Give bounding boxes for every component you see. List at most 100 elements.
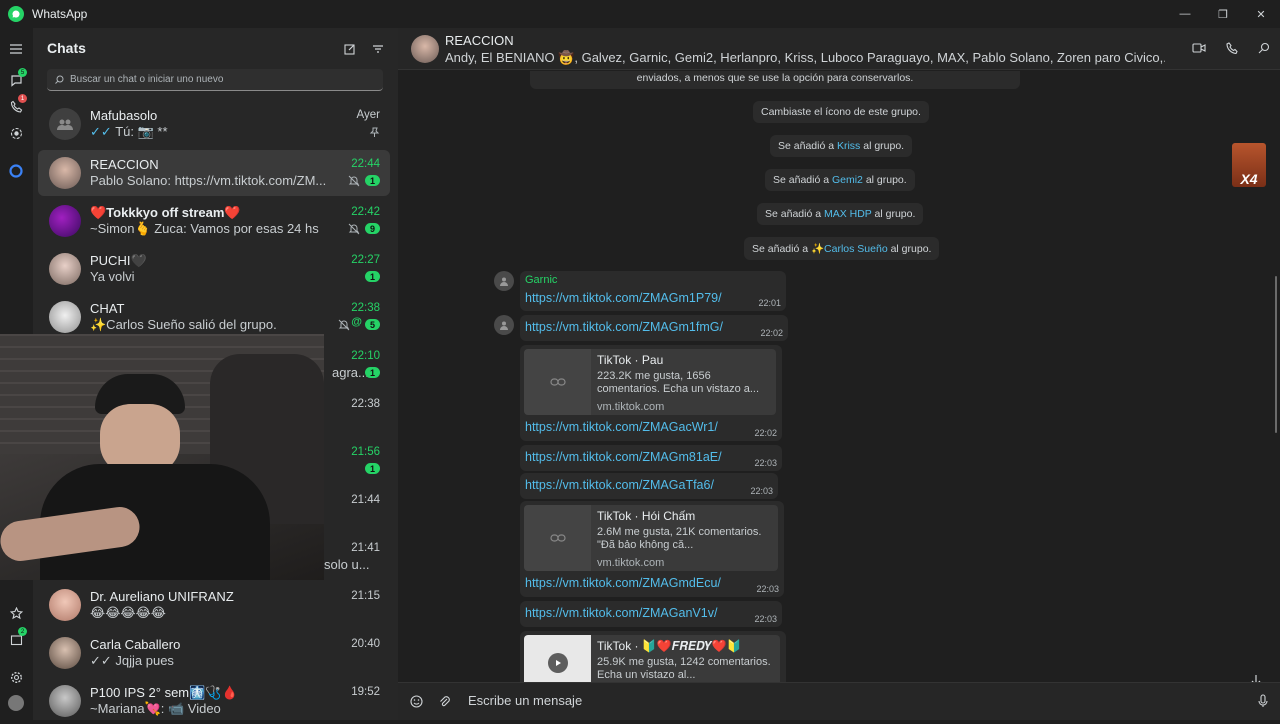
message-area[interactable]: enviados, a menos que se use la opción p… [398,71,1280,682]
message-bubble[interactable]: https://vm.tiktok.com/ZMAGanV1v/ 22:03 [520,601,782,627]
chats-icon[interactable]: 5 [8,68,27,88]
play-icon[interactable] [547,653,568,673]
minimize-button[interactable]: — [1166,0,1204,28]
message-time: 22:03 [754,458,777,468]
avatar [49,253,81,285]
link-preview[interactable]: TikTok · Pau 223.2K me gusta, 1656 comen… [524,349,776,415]
search-box[interactable] [47,69,383,91]
chat-time: 21:15 [351,590,380,602]
message-link[interactable]: https://vm.tiktok.com/ZMAGanV1v/ [525,606,717,620]
preview-title: TikTok · 🔰❤️𝑭𝑹𝑬𝑫𝒀❤️🔰 [597,639,742,653]
chats-badge: 5 [18,68,27,77]
chat-time: 20:40 [351,638,380,650]
chat-name: Mafubasolo [90,108,158,123]
message-link[interactable]: https://vm.tiktok.com/ZMAGm81aE/ [525,450,722,464]
link-preview[interactable]: TikTok · Hói Chấm 2.6M me gusta, 21K com… [524,505,778,571]
video-thumbnail [524,635,591,682]
message-link[interactable]: https://vm.tiktok.com/ZMAGaTfa6/ [525,478,714,492]
attach-icon[interactable] [438,695,451,713]
link-preview[interactable]: TikTok · 🔰❤️𝑭𝑹𝑬𝑫𝒀❤️🔰 25.9K me gusta, 124… [524,635,780,682]
message-bubble[interactable]: https://vm.tiktok.com/ZMAGm81aE/ 22:03 [520,445,782,471]
chat-name: Carla Caballero [90,637,181,652]
profile-avatar[interactable] [8,695,24,711]
menu-icon[interactable] [8,41,24,57]
chat-last-message: Ya volvi [90,269,135,284]
chats-heading: Chats [47,40,86,56]
message-bubble[interactable]: TikTok · Pau 223.2K me gusta, 1656 comen… [520,345,782,441]
chat-item[interactable]: P100 IPS 2° sem🩻🩺🩸 ~Mariana💘: 📹 Video 19… [38,678,390,724]
meta-ai-icon[interactable] [8,163,24,179]
message-time: 22:03 [756,584,779,594]
title-bar: WhatsApp — ❐ ✕ [0,0,1280,28]
chat-item[interactable]: ❤️Tokkkyo off stream❤️ ~Simon🫰 Zuca: Vam… [38,198,390,244]
emoji-icon[interactable] [410,695,423,713]
sticker-text: X4 [1240,171,1258,187]
scrollbar[interactable] [1275,276,1277,433]
message-sender[interactable]: Garnic [525,274,557,286]
message-time: 22:02 [754,428,777,438]
scroll-down-icon[interactable] [1250,673,1262,682]
filter-icon[interactable] [372,42,384,60]
chat-time: 22:38 [351,398,380,410]
chat-item[interactable]: PUCHI🖤 Ya volvi 22:27 1 [38,246,390,292]
message-link[interactable]: https://vm.tiktok.com/ZMAGmdEcu/ [525,576,721,590]
system-message: Se añadió a ✨Carlos Sueño al grupo. [744,237,940,260]
voice-call-icon[interactable] [1226,41,1238,59]
chat-item[interactable]: REACCION Pablo Solano: https://vm.tiktok… [38,150,390,196]
app-title: WhatsApp [32,7,88,21]
chat-time: 19:52 [351,686,380,698]
message-time: 22:03 [750,486,773,496]
unread-badge: 1 [365,463,380,474]
system-message: Se añadió a Gemi2 al grupo. [765,169,915,191]
new-chat-icon[interactable] [344,42,356,60]
chat-time: 22:27 [351,254,380,266]
message-bubble[interactable]: Garnic https://vm.tiktok.com/ZMAGm1P79/ … [520,271,786,311]
conversation-panel: REACCION Andy, El BENIANO 🤠, Galvez, Gar… [398,28,1280,720]
message-bubble[interactable]: TikTok · Hói Chấm 2.6M me gusta, 21K com… [520,501,784,597]
message-link[interactable]: https://vm.tiktok.com/ZMAGm1fmG/ [525,320,723,334]
search-icon [55,71,64,89]
message-bubble[interactable]: TikTok · 🔰❤️𝑭𝑹𝑬𝑫𝒀❤️🔰 25.9K me gusta, 124… [520,631,786,682]
chat-last-message: ✨Carlos Sueño salió del grupo. [90,317,277,332]
search-input[interactable] [70,74,370,85]
mute-icon [338,318,350,336]
microphone-icon[interactable] [1258,694,1268,713]
system-message: Se añadió a Kriss al grupo. [770,135,913,157]
message-link[interactable]: https://vm.tiktok.com/ZMAGm1P79/ [525,291,722,305]
message-input[interactable] [468,693,1228,708]
chat-name: ❤️Tokkkyo off stream❤️ [90,205,241,220]
close-button[interactable]: ✕ [1242,0,1280,28]
chat-name: PUCHI🖤 [90,253,147,268]
sender-avatar-icon[interactable] [494,315,514,335]
archived-badge: 2 [18,627,27,636]
group-avatar[interactable] [411,35,439,63]
chat-time: 21:56 [351,446,380,458]
calls-icon[interactable]: 1 [8,94,27,114]
maximize-button[interactable]: ❐ [1204,0,1242,28]
preview-title: TikTok · Pau [597,353,664,367]
message-bubble[interactable]: https://vm.tiktok.com/ZMAGaTfa6/ 22:03 [520,473,778,499]
message-bubble[interactable]: https://vm.tiktok.com/ZMAGm1fmG/ 22:02 [520,315,788,341]
conversation-header[interactable]: REACCION Andy, El BENIANO 🤠, Galvez, Gar… [398,28,1280,70]
mute-icon [348,222,360,240]
video-call-icon[interactable] [1192,41,1206,59]
archived-icon[interactable]: 2 [8,627,27,647]
chat-last-message: 😂😂😂😂😂 [90,605,166,620]
sticker-image[interactable]: X4 [1232,143,1266,187]
search-icon[interactable] [1258,41,1270,59]
webcam-overlay [0,334,324,580]
settings-icon[interactable] [8,669,24,685]
chat-name: CHAT [90,301,125,316]
message-link[interactable]: https://vm.tiktok.com/ZMAGacWr1/ [525,420,718,434]
sender-avatar-icon[interactable] [494,271,514,291]
starred-icon[interactable] [8,605,24,621]
avatar [49,301,81,333]
chat-item[interactable]: Mafubasolo ✓✓ Tú: 📷 ** Ayer [38,101,390,147]
chat-item[interactable]: Dr. Aureliano UNIFRANZ 😂😂😂😂😂 21:15 [38,582,390,628]
unread-badge: 1 [365,367,380,378]
chat-item[interactable]: Carla Caballero ✓✓ Jqjja pues 20:40 [38,630,390,676]
system-message: Se añadió a MAX HDP al grupo. [757,203,924,225]
status-icon[interactable] [8,125,24,141]
group-name: REACCION [445,33,514,48]
preview-description: 2.6M me gusta, 21K comentarios. "Đã bảo … [597,526,762,551]
